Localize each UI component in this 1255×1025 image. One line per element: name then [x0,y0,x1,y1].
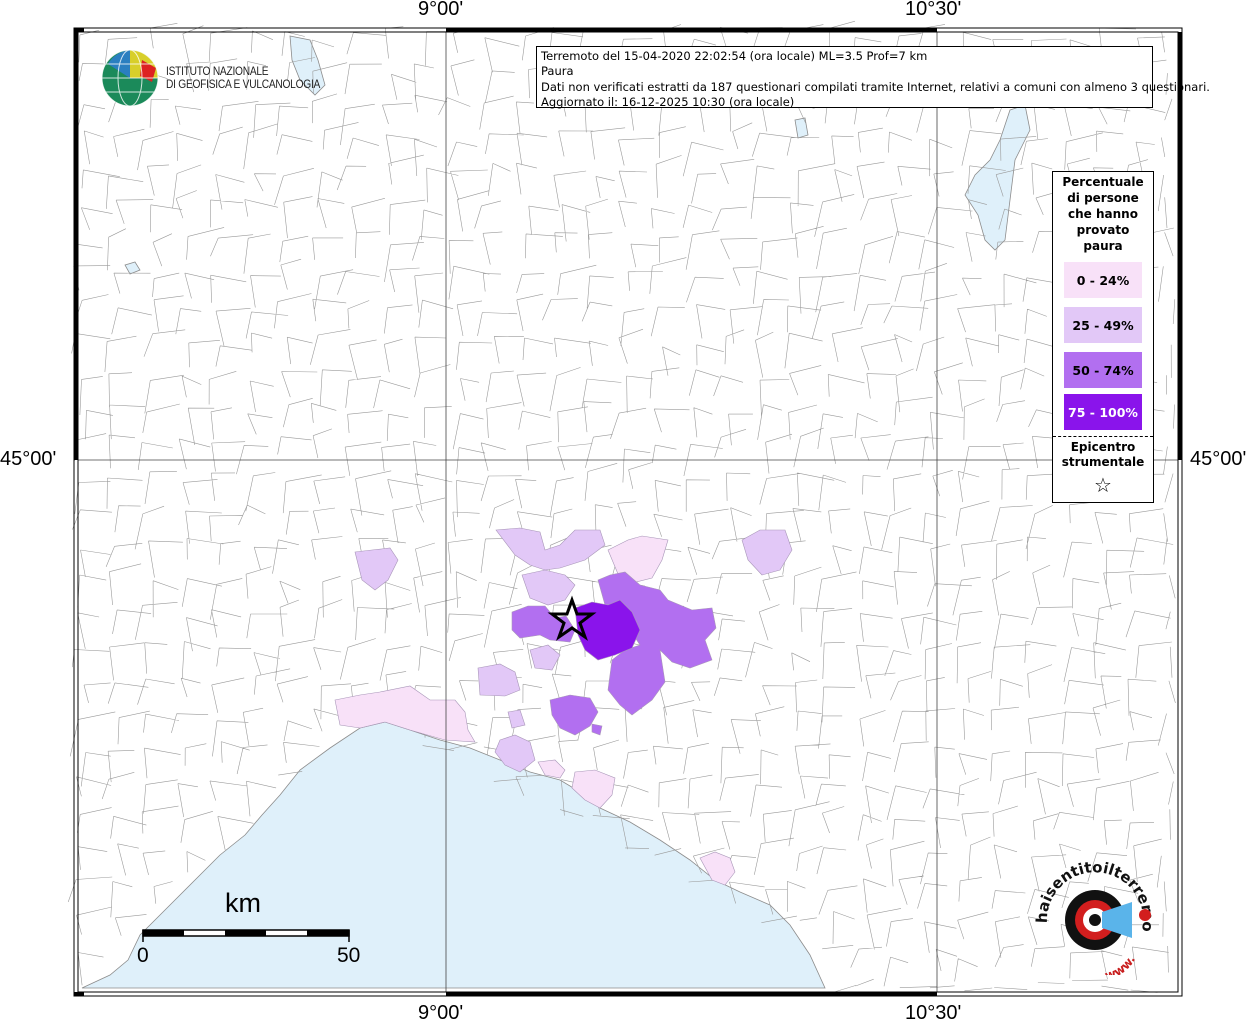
event-info-line: Dati non verificati estratti da 187 ques… [541,79,1210,94]
bottom-axis-label: 10°30' [905,1002,962,1024]
legend-item: 25 - 49% [1064,307,1142,343]
svg-text:www.: www. [1103,953,1138,975]
institute-name-line2: DI GEOFISICA E VULCANOLOGIA [166,77,321,91]
legend-divider [1053,436,1153,437]
epicenter-legend-icon: ☆ [1094,473,1112,497]
globe-icon [101,49,159,107]
top-axis-label: 10°30' [905,0,962,20]
website-prefix: www. [1103,953,1138,975]
haisentito-logo: haisentitoilterremoto.it www. [1030,860,1157,975]
scale-end: 50 [337,944,361,967]
event-info-line: Aggiornato il: 16-12-2025 10:30 (ora loc… [541,94,795,109]
event-info-line: Paura [541,64,574,79]
left-axis-label: 45°00' [0,448,57,470]
top-axis-label: 9°00' [418,0,464,20]
legend-item: 50 - 74% [1064,352,1142,388]
legend-item: 0 - 24% [1064,262,1142,298]
legend-item: 75 - 100% [1064,394,1142,430]
event-info-box: Terremoto del 15-04-2020 22:02:54 (ora l… [536,46,1210,109]
legend-title: Percentuale di persone che hanno provato… [1062,175,1144,253]
right-axis-label: 45°00' [1190,448,1247,470]
event-info-line: Terremoto del 15-04-2020 22:02:54 (ora l… [541,49,928,63]
scale-start: 0 [137,944,149,967]
epicenter-legend-title: Epicentro strumentale [1061,440,1145,469]
legend: Percentuale di persone che hanno provato… [1052,171,1154,503]
scale-unit: km [225,888,261,918]
ingv-logo: ISTITUTO NAZIONALE DI GEOFISICA E VULCAN… [100,48,347,108]
bottom-axis-label: 9°00' [418,1002,464,1024]
